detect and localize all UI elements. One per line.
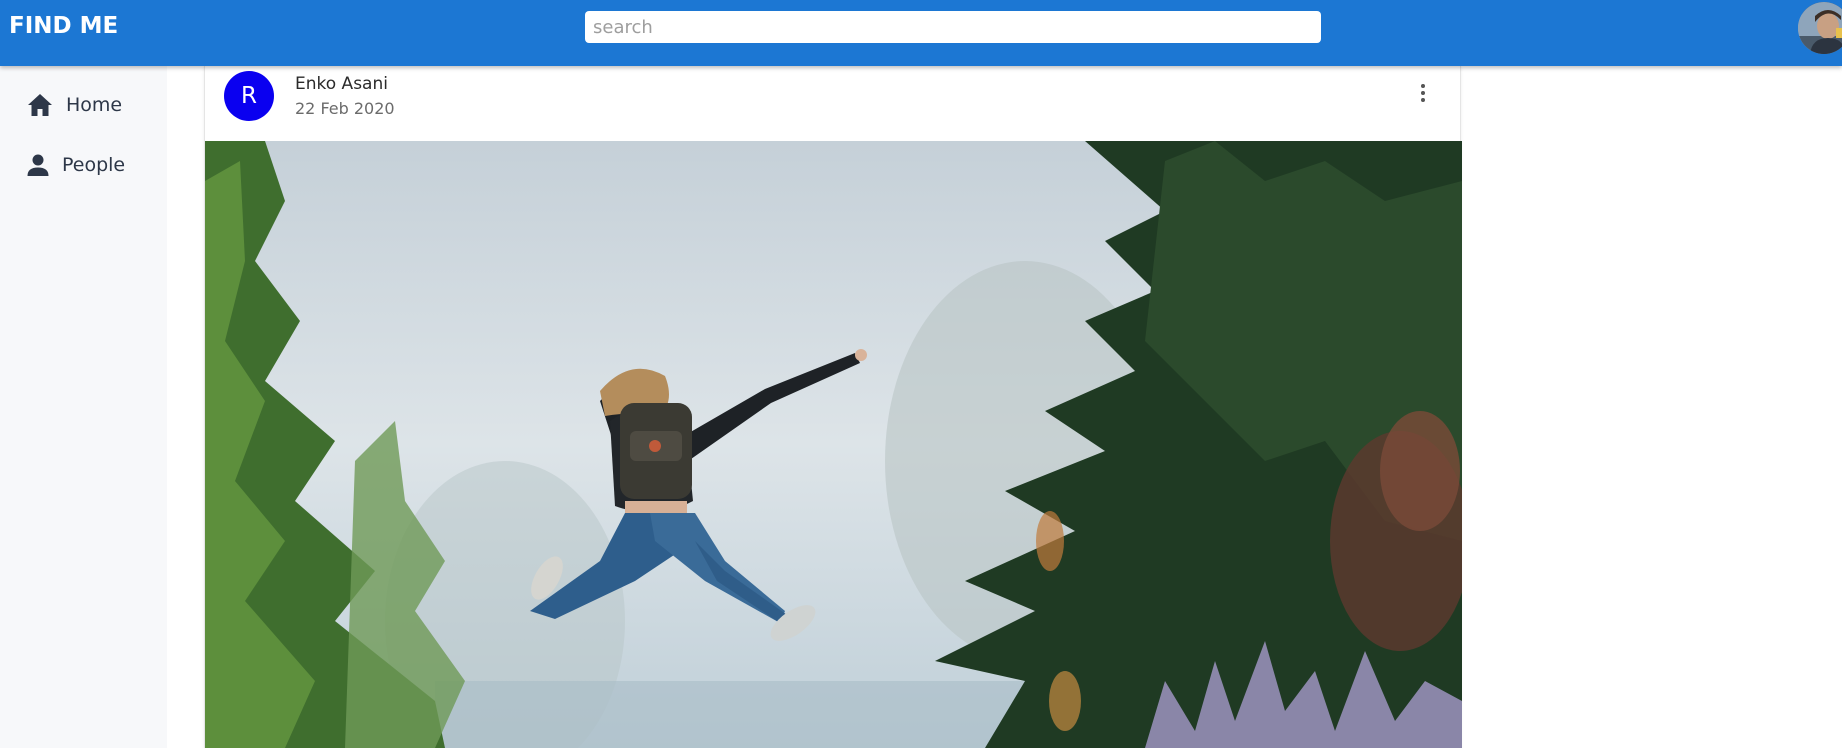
sidebar-item-label: People: [62, 154, 126, 176]
sidebar-item-people[interactable]: People: [0, 143, 167, 187]
post-image[interactable]: [205, 141, 1462, 748]
user-avatar[interactable]: [1798, 2, 1842, 54]
person-icon: [25, 152, 51, 178]
app-title[interactable]: FIND ME: [9, 13, 118, 39]
post-author[interactable]: Enko Asani: [295, 74, 388, 94]
author-avatar[interactable]: R: [224, 71, 274, 121]
home-icon: [27, 92, 53, 118]
sidebar-item-label: Home: [66, 94, 123, 116]
search-input[interactable]: [585, 11, 1321, 43]
sidebar: Home People: [0, 66, 167, 748]
more-vert-icon[interactable]: [1411, 78, 1435, 108]
post-date: 22 Feb 2020: [295, 99, 395, 118]
app-bar: FIND ME: [0, 0, 1842, 66]
post-card: R Enko Asani 22 Feb 2020: [204, 66, 1462, 748]
sidebar-item-home[interactable]: Home: [0, 83, 167, 127]
